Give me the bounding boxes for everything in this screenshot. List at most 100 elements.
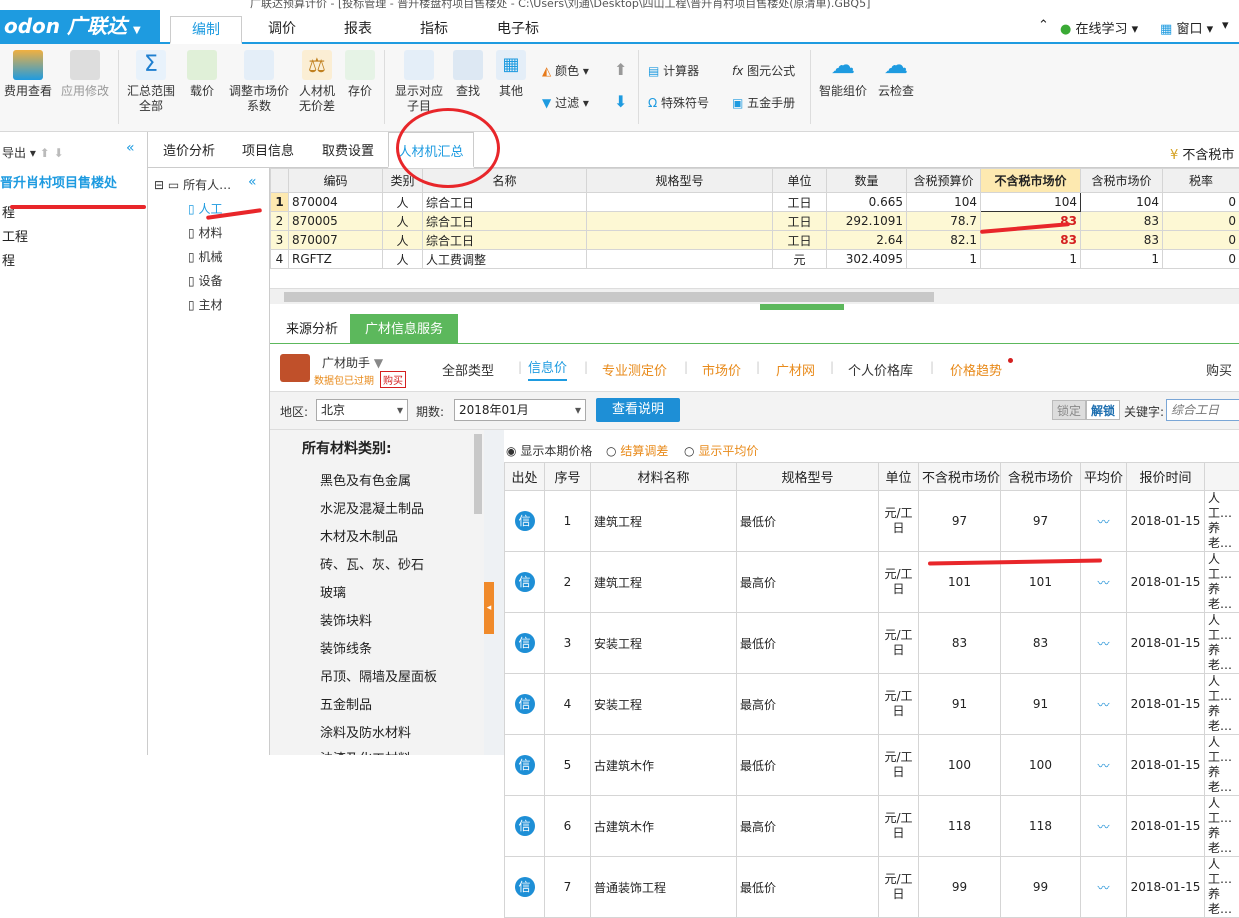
cell-rate[interactable]: 0	[1163, 212, 1239, 231]
tab-material-info-service[interactable]: 广材信息服务	[350, 314, 458, 344]
cell-type[interactable]: 人	[383, 250, 423, 269]
helper-button[interactable]: 广材助手 ▼	[322, 354, 383, 371]
col-header[interactable]	[1205, 463, 1239, 491]
tree-item-equipment[interactable]: ▯ 设备	[188, 272, 222, 289]
summary-range-button[interactable]: Σ汇总范围全部	[124, 50, 178, 114]
col-header[interactable]: 单位	[879, 463, 919, 491]
trend-chart-icon[interactable]: 〰	[1081, 491, 1127, 552]
cell-type[interactable]: 人	[383, 212, 423, 231]
other-button[interactable]: ▦其他	[494, 50, 528, 99]
tree-item-material[interactable]: ▯ 材料	[188, 224, 222, 241]
trend-chart-icon[interactable]: 〰	[1081, 796, 1127, 857]
no-diff-button[interactable]: ⚖人材机无价差	[296, 50, 338, 114]
cell-market-price[interactable]: 104	[981, 193, 1081, 212]
radio-settlement[interactable]: ○ 结算调差	[606, 442, 668, 459]
collapse-icon[interactable]: ⌃	[1038, 18, 1049, 33]
save-price-button[interactable]: 存价	[342, 50, 378, 99]
col-header[interactable]: 材料名称	[591, 463, 737, 491]
info-source-icon[interactable]: 信	[515, 755, 535, 775]
col-header[interactable]: 含税市场价	[1001, 463, 1081, 491]
cell-price-notax[interactable]: 83	[919, 613, 1001, 674]
category-item[interactable]: 砖、瓦、灰、砂石	[320, 554, 424, 573]
filter-button[interactable]: ▼ 过滤 ▾	[542, 94, 589, 111]
col-header[interactable]: 含税市场价	[1081, 169, 1163, 193]
cell-spec[interactable]: 最低价	[737, 735, 879, 796]
cell-spec[interactable]: 最低价	[737, 857, 879, 918]
cell-market-price[interactable]: 1	[981, 250, 1081, 269]
category-item[interactable]: 油漆及化工材料	[320, 748, 411, 755]
cell-spec[interactable]: 最高价	[737, 674, 879, 735]
col-header[interactable]: 含税预算价	[907, 169, 981, 193]
project-name[interactable]: 晋升肖村项目售楼处	[0, 172, 148, 196]
cell-name[interactable]: 古建筑木作	[591, 735, 737, 796]
lock-button[interactable]: 锁定	[1052, 400, 1086, 420]
table-row[interactable]: 信1建筑工程最低价元/工日9797〰2018-01-15人工…养老…	[505, 491, 1239, 552]
category-item[interactable]: 五金制品	[320, 694, 372, 713]
radio-average[interactable]: ○ 显示平均价	[684, 442, 758, 459]
table-row[interactable]: 2 870005 人 综合工日 工日 292.1091 78.7 83 83 0	[271, 212, 1239, 231]
tree-item[interactable]: 工程	[2, 226, 28, 245]
trend-chart-icon[interactable]: 〰	[1081, 735, 1127, 796]
menu-more[interactable]: ▾	[1222, 18, 1229, 33]
cell-budget[interactable]: 82.1	[907, 231, 981, 250]
cell-code[interactable]: 870007	[289, 231, 383, 250]
col-header[interactable]: 平均价	[1081, 463, 1127, 491]
cell-spec[interactable]	[587, 212, 773, 231]
cell-type[interactable]: 人	[383, 231, 423, 250]
category-item[interactable]: 黑色及有色金属	[320, 470, 411, 489]
unlock-button[interactable]: 解锁	[1086, 400, 1120, 420]
cell-spec[interactable]	[587, 193, 773, 212]
region-select[interactable]: 北京▾	[316, 399, 408, 421]
cloud-check-button[interactable]: ☁云检查	[874, 50, 918, 99]
tab-fee-settings[interactable]: 取费设置	[312, 132, 384, 168]
category-item[interactable]: 木材及木制品	[320, 526, 398, 545]
color-button[interactable]: ◭ 颜色 ▾	[542, 62, 589, 79]
cell-tax-market[interactable]: 83	[1081, 231, 1163, 250]
export-button[interactable]: 导出 ▾ ⬆ ⬇	[2, 144, 64, 161]
cell-tax-market[interactable]: 1	[1081, 250, 1163, 269]
cell-name[interactable]: 综合工日	[423, 231, 587, 250]
table-row[interactable]: 信5古建筑木作最低价元/工日100100〰2018-01-15人工…养老…	[505, 735, 1239, 796]
tax-toggle[interactable]: ¥ 不含税市	[1170, 144, 1234, 163]
category-item[interactable]: 水泥及混凝土制品	[320, 498, 424, 517]
cell-price-tax[interactable]: 97	[1001, 491, 1081, 552]
cell-unit[interactable]: 元	[773, 250, 827, 269]
type-price-trend[interactable]: 价格趋势	[950, 360, 1002, 379]
table-row[interactable]: 4 RGFTZ 人 人工费调整 元 302.4095 1 1 1 0	[271, 250, 1239, 269]
col-header[interactable]: 编码	[289, 169, 383, 193]
cell-qty[interactable]: 292.1091	[827, 212, 907, 231]
cell-spec[interactable]: 最低价	[737, 613, 879, 674]
collapse-arrow-icon[interactable]: ◂	[484, 582, 494, 634]
show-match-button[interactable]: 显示对应子目	[392, 50, 446, 114]
cell-qty[interactable]: 302.4095	[827, 250, 907, 269]
adjust-market-button[interactable]: 调整市场价系数	[226, 50, 292, 114]
cost-view-button[interactable]: 费用查看	[2, 50, 54, 99]
info-source-icon[interactable]: 信	[515, 816, 535, 836]
collapse-tree-icon[interactable]: «	[248, 174, 257, 190]
menu-tab-index[interactable]: 指标	[400, 16, 468, 44]
cell-price-notax[interactable]: 99	[919, 857, 1001, 918]
window-menu[interactable]: ▦ 窗口 ▾	[1160, 18, 1213, 37]
cell-price-tax[interactable]: 118	[1001, 796, 1081, 857]
period-select[interactable]: 2018年01月▾	[454, 399, 586, 421]
cell-code[interactable]: 870005	[289, 212, 383, 231]
cell-rate[interactable]: 0	[1163, 250, 1239, 269]
tab-source-analysis[interactable]: 来源分析	[274, 314, 350, 344]
type-professional-price[interactable]: 专业测定价	[602, 360, 667, 379]
cell-price-notax[interactable]: 91	[919, 674, 1001, 735]
col-header[interactable]: 单位	[773, 169, 827, 193]
cell-spec[interactable]: 最高价	[737, 552, 879, 613]
smart-pricing-button[interactable]: ☁智能组价	[816, 50, 870, 99]
col-header[interactable]: 序号	[545, 463, 591, 491]
cell-price-tax[interactable]: 83	[1001, 613, 1081, 674]
table-row[interactable]: 信3安装工程最低价元/工日8383〰2018-01-15人工…养老…	[505, 613, 1239, 674]
cell-unit[interactable]: 工日	[773, 212, 827, 231]
type-all[interactable]: 全部类型	[442, 360, 494, 379]
scrollbar-thumb[interactable]	[284, 292, 934, 302]
cell-name[interactable]: 综合工日	[423, 212, 587, 231]
tree-root[interactable]: ⊟ ▭ 所有人…	[154, 176, 231, 193]
formula-button[interactable]: fx 图元公式	[732, 62, 795, 79]
col-header-highlight[interactable]: 不含税市场价	[981, 169, 1081, 193]
find-button[interactable]: 查找	[452, 50, 484, 99]
buy-right[interactable]: 购买	[1206, 360, 1232, 379]
